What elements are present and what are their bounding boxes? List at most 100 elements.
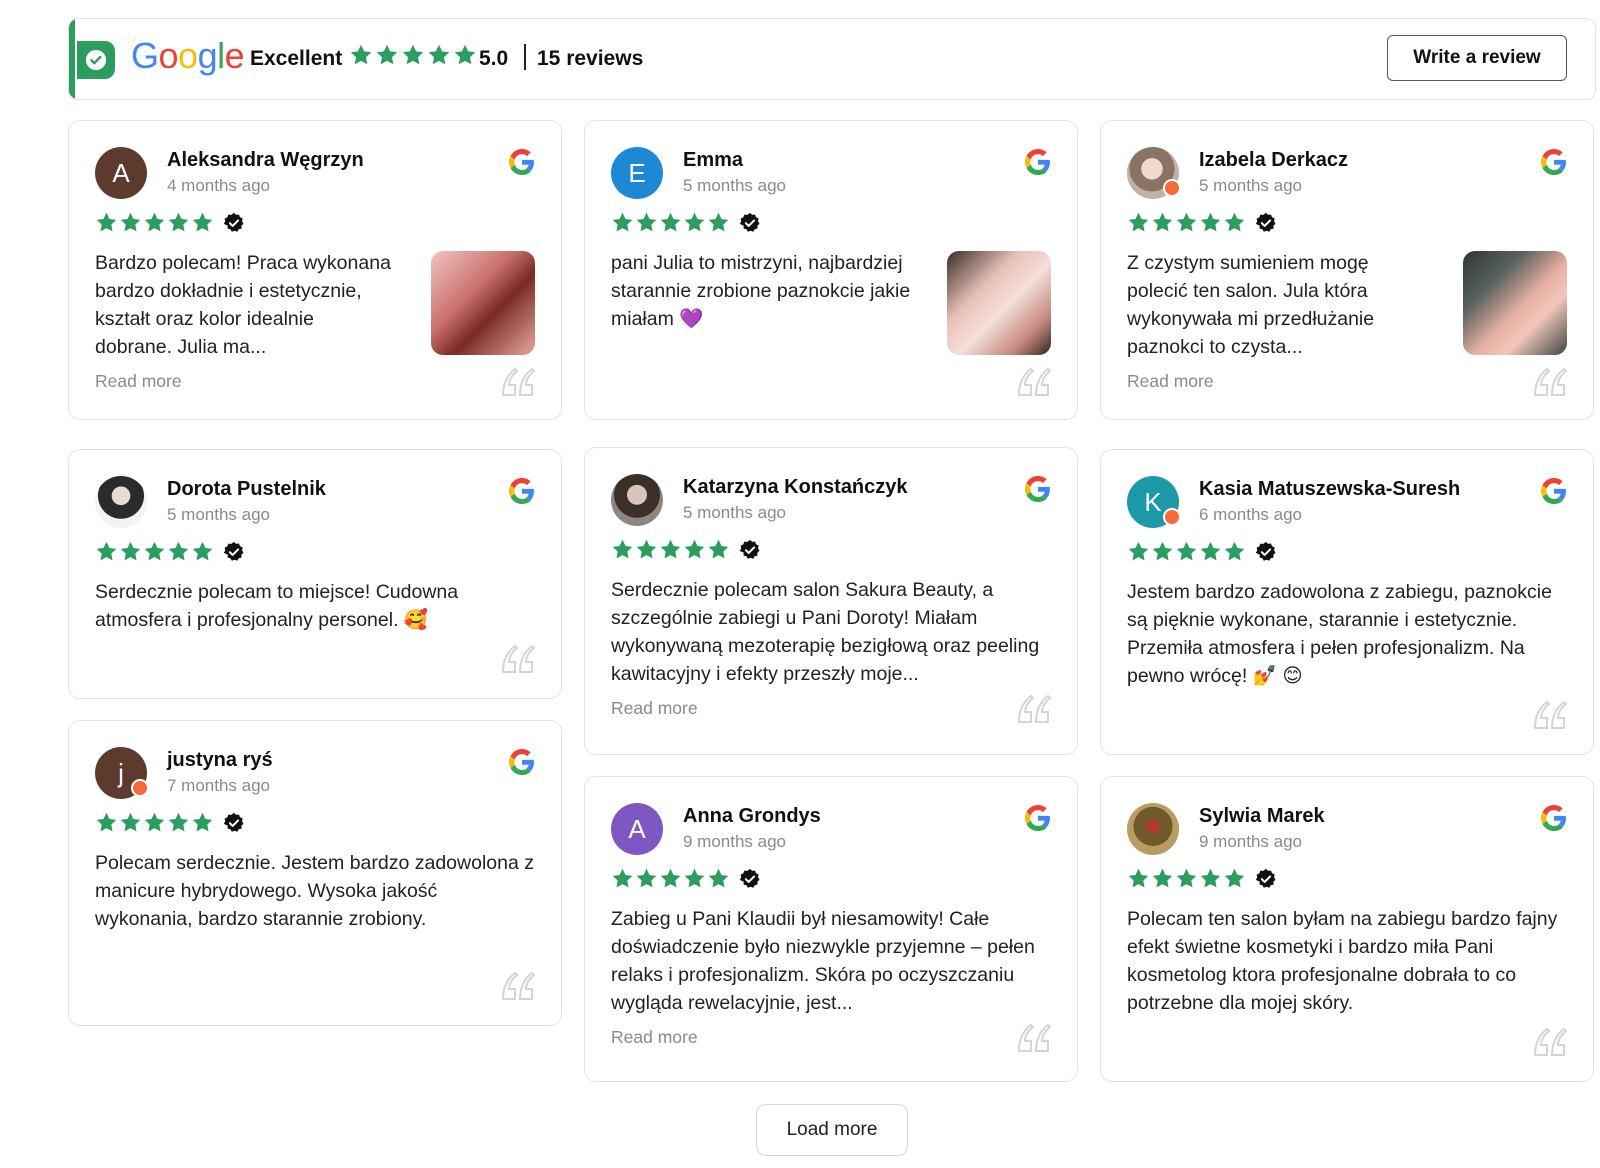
quote-icon (1017, 694, 1051, 724)
star-icon (143, 540, 166, 563)
star-icon (191, 811, 214, 834)
verified-badge-icon (223, 212, 245, 234)
read-more-link[interactable]: Read more (611, 698, 698, 719)
star-icon (95, 211, 118, 234)
google-g-icon (509, 478, 535, 504)
google-g-icon (1541, 478, 1567, 504)
reviewer-name: Emma (683, 149, 744, 171)
star-icon (401, 43, 425, 67)
star-icon (119, 540, 142, 563)
star-rating (611, 538, 761, 561)
review-text: Jestem bardzo zadowolona z zabiegu, pazn… (1127, 581, 1552, 687)
google-logo-letter: o (158, 35, 179, 76)
overall-rating-label: Excellent (250, 47, 343, 70)
star-icon (659, 211, 682, 234)
quote-icon (1017, 1023, 1051, 1053)
review-text: Z czystym sumieniem mogę polecić ten sal… (1127, 252, 1375, 358)
star-icon (191, 211, 214, 234)
quote-icon (1533, 1027, 1567, 1057)
review-card: A Anna Grondys 9 months ago Zabieg u Pan… (584, 776, 1078, 1082)
google-logo-letter: G (131, 35, 159, 76)
google-g-icon (1025, 476, 1051, 502)
star-icon (611, 867, 634, 890)
google-logo-letter: g (197, 35, 218, 76)
check-icon (85, 49, 107, 71)
star-icon (167, 811, 190, 834)
star-icon (191, 540, 214, 563)
star-icon (707, 538, 730, 561)
review-date: 9 months ago (1199, 832, 1303, 851)
star-icon (95, 540, 118, 563)
review-photo[interactable] (1463, 251, 1567, 355)
verified-badge-icon (1255, 868, 1277, 890)
reviewer-name: Katarzyna Konstańczyk (683, 476, 908, 498)
quote-icon (1533, 700, 1567, 730)
quote-icon (501, 644, 535, 674)
review-text: Polecam ten salon byłam na zabiegu bardz… (1127, 908, 1558, 1014)
quote-icon (1017, 367, 1051, 397)
reviewer-name: Kasia Matuszewska-Suresh (1199, 478, 1461, 500)
star-icon (143, 811, 166, 834)
review-count: 15 reviews (537, 47, 644, 70)
load-more-button[interactable]: Load more (756, 1104, 908, 1156)
review-date: 5 months ago (683, 176, 787, 195)
verified-badge-icon (1255, 541, 1277, 563)
review-photo[interactable] (431, 251, 535, 355)
review-text: Serdecznie polecam to miejsce! Cudowna a… (95, 581, 459, 631)
review-card: K Kasia Matuszewska-Suresh 6 months ago … (1100, 449, 1594, 755)
star-icon (453, 43, 477, 67)
star-icon (611, 538, 634, 561)
star-icon (1127, 540, 1150, 563)
quote-icon (1533, 367, 1567, 397)
google-logo-letter: e (224, 35, 245, 76)
review-date: 5 months ago (683, 503, 787, 522)
google-logo: Google (131, 35, 245, 77)
star-rating (95, 811, 245, 834)
review-photo[interactable] (947, 251, 1051, 355)
star-icon (707, 867, 730, 890)
review-card: j justyna ryś 7 months ago Polecam serde… (68, 720, 562, 1026)
verified-badge-icon (739, 539, 761, 561)
reviews-summary-header: Google Excellent 5.0 15 reviews Write a … (68, 18, 1596, 100)
reviewer-name: Sylwia Marek (1199, 805, 1325, 827)
google-logo-letter: o (178, 35, 198, 76)
star-icon (95, 811, 118, 834)
google-g-icon (509, 149, 535, 175)
star-rating (95, 211, 245, 234)
verified-check-badge (77, 41, 115, 79)
star-icon (1151, 211, 1174, 234)
read-more-link[interactable]: Read more (95, 371, 182, 392)
google-logo-letter: l (217, 35, 225, 76)
reviewer-name: justyna ryś (167, 749, 273, 771)
verified-badge-icon (739, 212, 761, 234)
review-date: 5 months ago (167, 505, 271, 524)
star-icon (375, 43, 399, 67)
review-card: A Aleksandra Węgrzyn 4 months ago Bardzo… (68, 120, 562, 420)
star-rating (1127, 211, 1277, 234)
review-card: Sylwia Marek 9 months ago Polecam ten sa… (1100, 776, 1594, 1082)
review-date: 6 months ago (1199, 505, 1303, 524)
read-more-link[interactable]: Read more (1127, 371, 1214, 392)
review-card: Katarzyna Konstańczyk 5 months ago Serde… (584, 447, 1078, 755)
star-icon (635, 538, 658, 561)
star-icon (1223, 540, 1246, 563)
write-review-button[interactable]: Write a review (1387, 35, 1567, 81)
avatar: E (611, 147, 663, 199)
star-icon (1175, 540, 1198, 563)
review-text: Serdecznie polecam salon Sakura Beauty, … (611, 579, 1040, 685)
review-card: Dorota Pustelnik 5 months ago Serdecznie… (68, 449, 562, 699)
reviewer-name: Izabela Derkacz (1199, 149, 1348, 171)
star-icon (1175, 211, 1198, 234)
verified-badge-icon (223, 812, 245, 834)
star-icon (1175, 867, 1198, 890)
review-text: pani Julia to mistrzyni, najbardziej sta… (611, 252, 911, 330)
star-icon (1127, 211, 1150, 234)
review-date: 9 months ago (683, 832, 787, 851)
overall-score: 5.0 (479, 47, 509, 70)
star-icon (1199, 540, 1222, 563)
star-icon (683, 211, 706, 234)
overall-star-rating (349, 43, 477, 67)
quote-icon (501, 971, 535, 1001)
review-text: Polecam serdecznie. Jestem bardzo zadowo… (95, 852, 534, 930)
read-more-link[interactable]: Read more (611, 1027, 698, 1048)
